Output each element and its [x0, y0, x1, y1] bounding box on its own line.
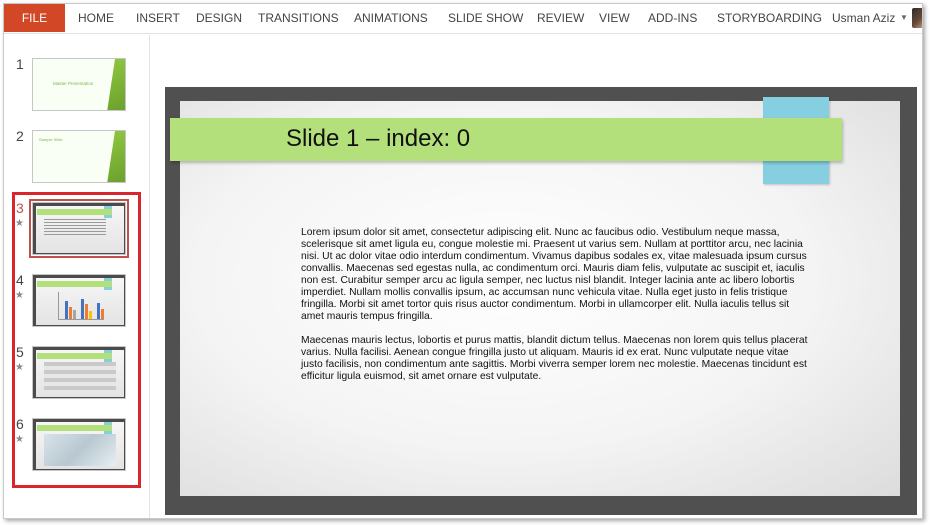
tab-review[interactable]: REVIEW	[537, 11, 584, 25]
slide-thumbnail-6[interactable]	[32, 418, 126, 471]
thumb-number-3: 3	[16, 200, 24, 216]
thumb-number-4: 4	[16, 272, 24, 288]
tab-view[interactable]: VIEW	[599, 11, 630, 25]
thumb-1-accent	[107, 59, 125, 110]
tab-insert[interactable]: INSERT	[136, 11, 180, 25]
tab-design[interactable]: DESIGN	[196, 11, 242, 25]
slide-body-text[interactable]: Lorem ipsum dolor sit amet, consectetur …	[301, 227, 813, 383]
slide-paragraph-2: Maecenas mauris lectus, lobortis et puru…	[301, 335, 808, 382]
thumb-6-preview	[33, 419, 125, 470]
current-slide[interactable]: Slide 1 – index: 0 Lorem ipsum dolor sit…	[165, 87, 917, 515]
tab-slide-show[interactable]: SLIDE SHOW	[448, 11, 523, 25]
tab-add-ins[interactable]: ADD-INS	[648, 11, 697, 25]
ribbon-tab-bar: FILE HOME INSERT DESIGN TRANSITIONS ANIM…	[4, 4, 922, 34]
slide-thumbnail-5[interactable]	[32, 346, 126, 399]
star-icon: ★	[15, 362, 24, 373]
tab-animations[interactable]: ANIMATIONS	[354, 11, 428, 25]
slide-thumbnail-2[interactable]: Sample Slide	[32, 130, 126, 183]
thumb-6-image	[44, 434, 116, 466]
thumb-5-table	[44, 362, 116, 390]
thumb-3-preview	[33, 203, 125, 254]
thumb-number-2: 2	[16, 128, 24, 144]
slide-thumbnail-pane: 1 Master Presentation 2 Sample Slide 3 ★	[4, 35, 150, 518]
slide-title[interactable]: Slide 1 – index: 0	[286, 125, 470, 153]
tab-home[interactable]: HOME	[78, 11, 114, 25]
thumb-2-preview: Sample Slide	[33, 131, 125, 182]
star-icon: ★	[15, 434, 24, 445]
tab-storyboarding[interactable]: STORYBOARDING	[717, 11, 822, 25]
slide-title-bar: Slide 1 – index: 0	[170, 118, 842, 161]
tab-file[interactable]: FILE	[4, 4, 65, 32]
powerpoint-window: FILE HOME INSERT DESIGN TRANSITIONS ANIM…	[3, 3, 923, 519]
thumb-2-accent	[107, 131, 125, 182]
thumb-number-6: 6	[16, 416, 24, 432]
slide-thumbnail-4[interactable]	[32, 274, 126, 327]
star-icon: ★	[15, 218, 24, 229]
chevron-down-icon[interactable]: ▼	[900, 13, 908, 22]
thumb-5-preview	[33, 347, 125, 398]
thumb-number-1: 1	[16, 56, 24, 72]
thumb-2-title: Sample Slide	[39, 137, 63, 142]
slide-canvas: Slide 1 – index: 0 Lorem ipsum dolor sit…	[170, 97, 900, 496]
avatar[interactable]	[912, 8, 922, 28]
thumb-1-preview: Master Presentation	[33, 59, 125, 110]
thumb-1-title: Master Presentation	[53, 81, 94, 86]
thumb-4-chart	[58, 292, 104, 320]
user-name[interactable]: Usman Aziz	[832, 11, 895, 25]
thumb-4-preview	[33, 275, 125, 326]
thumb-number-5: 5	[16, 344, 24, 360]
slide-thumbnail-1[interactable]: Master Presentation	[32, 58, 126, 111]
slide-editing-area: Slide 1 – index: 0 Lorem ipsum dolor sit…	[151, 35, 922, 518]
star-icon: ★	[15, 290, 24, 301]
slide-paragraph-1: Lorem ipsum dolor sit amet, consectetur …	[301, 227, 807, 322]
tab-transitions[interactable]: TRANSITIONS	[258, 11, 339, 25]
slide-thumbnail-3[interactable]	[29, 199, 129, 258]
